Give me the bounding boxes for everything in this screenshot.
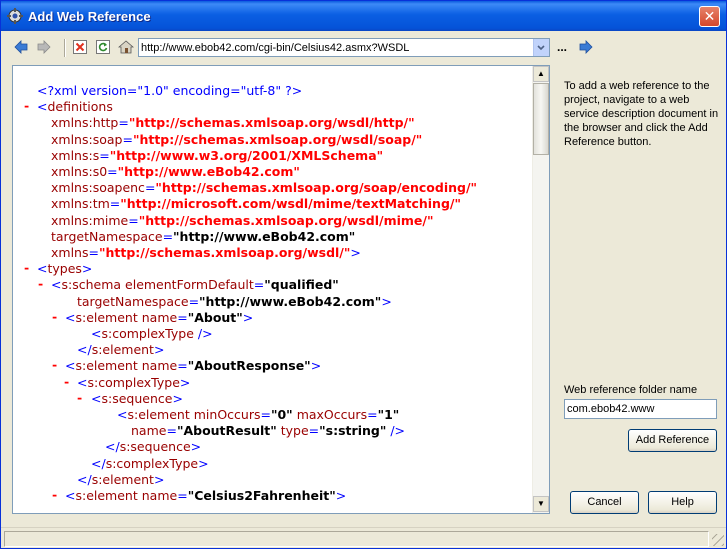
xml-line: xmlns:tm="http://microsoft.com/wsdl/mime… xyxy=(51,196,461,212)
scroll-thumb[interactable] xyxy=(533,83,549,155)
gear-app-icon xyxy=(7,8,23,24)
folder-name-label: Web reference folder name xyxy=(564,384,698,396)
back-arrow-icon[interactable] xyxy=(13,39,29,55)
xml-line: <s:element minOccurs="0" maxOccurs="1" xyxy=(117,407,400,422)
resize-grip-icon[interactable] xyxy=(712,534,724,546)
xml-line: name="AboutResult" type="s:string" /> xyxy=(131,423,406,439)
scroll-down-button[interactable]: ▼ xyxy=(533,496,549,512)
collapse-toggle[interactable]: - xyxy=(38,276,43,292)
stop-icon[interactable] xyxy=(72,39,88,55)
url-input[interactable]: http://www.ebob42.com/cgi-bin/Celsius42.… xyxy=(141,42,409,54)
browser-toolbar: http://www.ebob42.com/cgi-bin/Celsius42.… xyxy=(1,31,726,63)
url-dropdown-button[interactable] xyxy=(533,39,549,56)
go-arrow-icon[interactable] xyxy=(578,39,594,55)
toolbar-separator xyxy=(64,39,66,57)
xml-line: xmlns:soapenc="http://schemas.xmlsoap.or… xyxy=(51,180,478,196)
cancel-button[interactable]: Cancel xyxy=(570,491,639,514)
vertical-scrollbar[interactable]: ▲ ▼ xyxy=(532,66,549,513)
close-button[interactable]: ✕ xyxy=(699,6,720,27)
folder-name-input[interactable]: com.ebob42.www xyxy=(564,399,717,419)
xml-line: <s:schema elementFormDefault="qualified" xyxy=(51,277,339,293)
xml-line: xmlns:http="http://schemas.xmlsoap.org/w… xyxy=(51,115,415,131)
window-title: Add Web Reference xyxy=(28,9,151,24)
title-bar: Add Web Reference ✕ xyxy=(1,1,726,31)
collapse-toggle[interactable]: - xyxy=(52,309,57,325)
help-text: To add a web reference to the project, n… xyxy=(564,80,719,148)
add-reference-button[interactable]: Add Reference xyxy=(628,429,717,452)
xml-line: </s:element> xyxy=(77,471,165,487)
xml-line: <types> xyxy=(37,261,93,277)
wsdl-document-view[interactable]: <?xml version="1.0" encoding="utf-8" ?> -… xyxy=(12,65,550,514)
xml-content: <?xml version="1.0" encoding="utf-8" ?> -… xyxy=(13,66,532,513)
help-button[interactable]: Help xyxy=(648,491,717,514)
xml-line: <?xml version="1.0" encoding="utf-8" ?> xyxy=(37,83,303,98)
home-icon[interactable] xyxy=(118,39,134,55)
xml-line: <s:sequence> xyxy=(91,390,183,406)
xml-line: targetNamespace="http://www.eBob42.com" xyxy=(51,228,356,244)
collapse-toggle[interactable]: - xyxy=(24,98,29,114)
xml-line: <definitions xyxy=(37,99,113,115)
add-web-reference-dialog: Add Web Reference ✕ http://www.ebob42.co… xyxy=(0,0,727,549)
refresh-icon[interactable] xyxy=(95,39,111,55)
browse-ellipsis-button[interactable]: ... xyxy=(557,40,567,54)
status-panel xyxy=(4,531,709,547)
xml-line: xmlns:soap="http://schemas.xmlsoap.org/w… xyxy=(51,131,423,147)
collapse-toggle[interactable]: - xyxy=(52,487,57,503)
xml-line: xmlns="http://schemas.xmlsoap.org/wsdl/"… xyxy=(51,245,361,260)
status-bar xyxy=(1,527,726,548)
collapse-toggle[interactable]: - xyxy=(24,260,29,276)
scroll-up-button[interactable]: ▲ xyxy=(533,66,549,82)
xml-line: targetNamespace="http://www.eBob42.com"> xyxy=(77,293,392,309)
collapse-toggle[interactable]: - xyxy=(64,374,69,390)
url-combo[interactable]: http://www.ebob42.com/cgi-bin/Celsius42.… xyxy=(138,38,550,57)
xml-line: </s:element> xyxy=(77,342,165,358)
xml-line: <s:element name="Celsius2Fahrenheit"> xyxy=(65,488,347,503)
forward-arrow-icon[interactable] xyxy=(36,39,52,55)
xml-line: <s:element name="About"> xyxy=(65,309,254,325)
xml-line: </s:sequence> xyxy=(105,439,202,455)
collapse-toggle[interactable]: - xyxy=(77,390,82,406)
xml-line: <s:complexType> xyxy=(77,374,191,390)
xml-line: xmlns:s="http://www.w3.org/2001/XMLSchem… xyxy=(51,147,384,163)
xml-line: <s:element name="AboutResponse"> xyxy=(65,358,322,374)
chevron-down-icon xyxy=(537,45,545,51)
collapse-toggle[interactable]: - xyxy=(52,357,57,373)
xml-line: </s:complexType> xyxy=(91,455,209,471)
xml-line: xmlns:s0="http://www.eBob42.com" xyxy=(51,164,300,179)
xml-line: <s:complexType /> xyxy=(91,326,213,341)
xml-line: xmlns:mime="http://schemas.xmlsoap.org/w… xyxy=(51,212,434,228)
